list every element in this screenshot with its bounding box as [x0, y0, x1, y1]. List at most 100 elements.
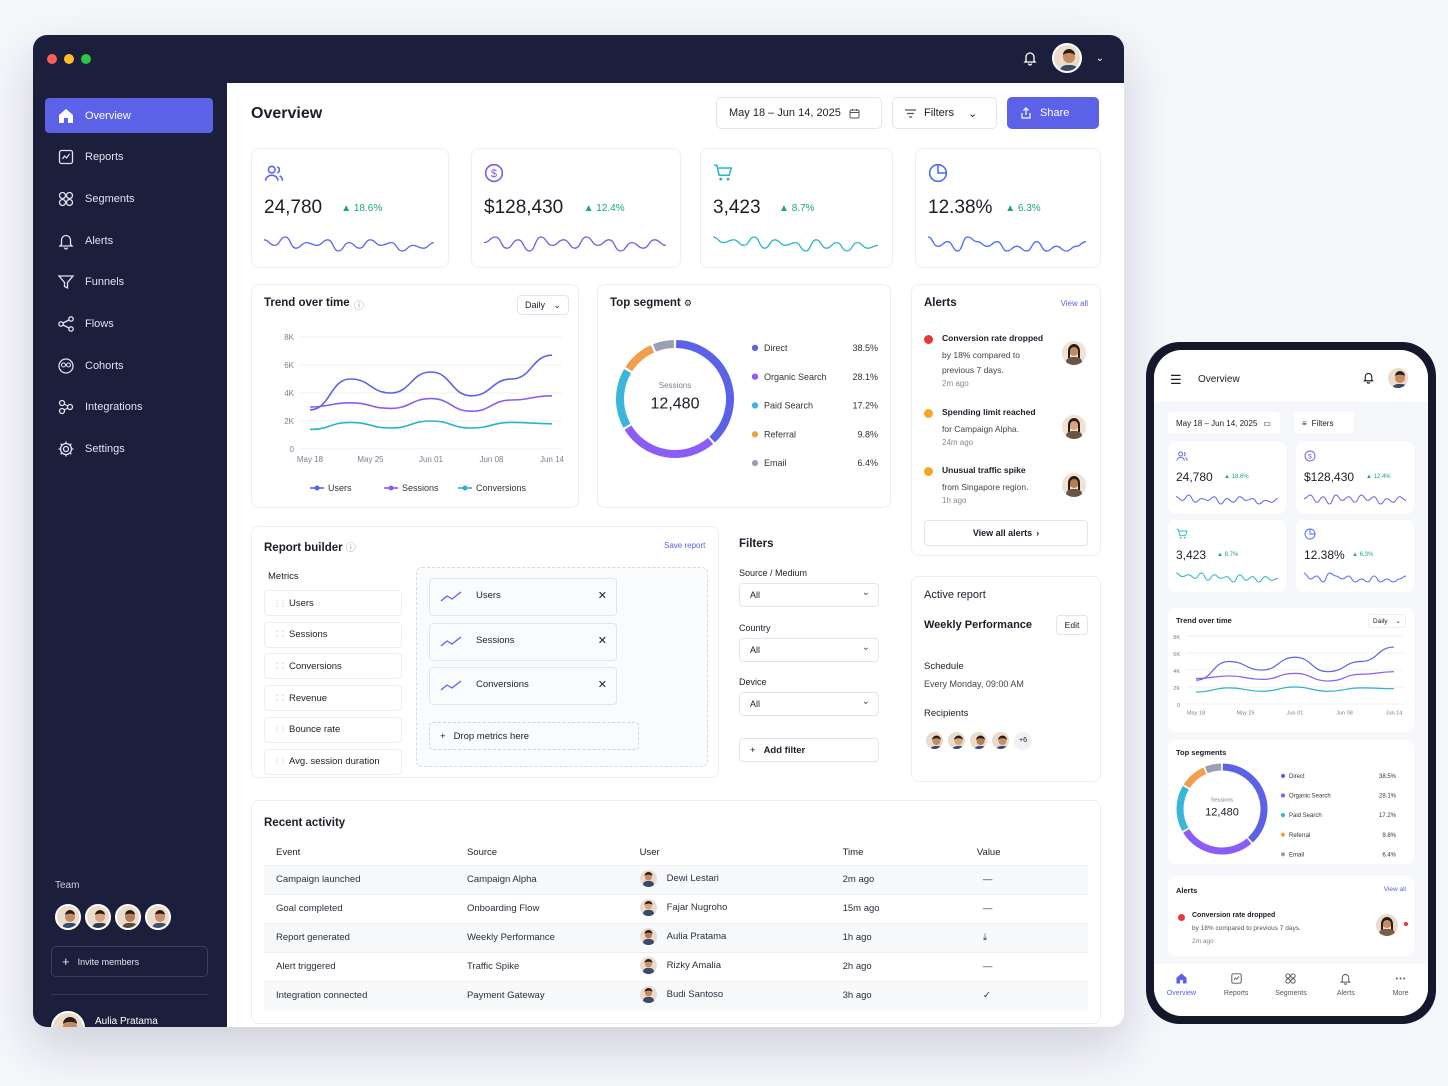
- bell-icon[interactable]: [1022, 50, 1038, 66]
- filters-button[interactable]: Filters ⌄: [892, 97, 997, 129]
- table-row[interactable]: Campaign launched Campaign Alpha Dewi Lest…: [264, 864, 1088, 894]
- x-tick-label: Jun 01: [1287, 711, 1304, 717]
- sidebar-item-flows[interactable]: Flows: [45, 307, 213, 342]
- mobile-tab-more[interactable]: More: [1377, 972, 1425, 1016]
- table-row[interactable]: Integration connected Payment Gateway Budi…: [264, 980, 1088, 1010]
- kpi-delta-value: 8.7%: [791, 203, 815, 214]
- metric-item[interactable]: Bounce rate: [264, 716, 402, 743]
- report-icon: [1230, 972, 1243, 985]
- metrics-dropzone[interactable]: Users ✕ Sessions ✕ Conversions ✕ + Drop metric…: [416, 567, 708, 767]
- team-member-avatar[interactable]: [85, 904, 111, 930]
- table-row[interactable]: Goal completed Onboarding Flow Fajar Nugro…: [264, 893, 1088, 923]
- mobile-date-picker[interactable]: May 18 – Jun 14, 2025 ▭: [1168, 412, 1280, 434]
- pie-slice-paid-search: [616, 369, 632, 428]
- mobile-kpi-card[interactable]: 24,780 ▲ 18.6%: [1168, 442, 1286, 514]
- pie-slice-referral: [1183, 767, 1207, 789]
- kpi-card[interactable]: 3,423 ▲ 8.7%: [700, 148, 893, 268]
- y-tick-label: 6K: [284, 361, 294, 370]
- close-icon[interactable]: ✕: [598, 589, 607, 602]
- view-all-link[interactable]: View all: [1061, 299, 1088, 308]
- sidebar-item-funnels[interactable]: Funnels: [45, 265, 213, 300]
- alert-title: Spending limit reached: [942, 407, 1036, 417]
- kpi-card[interactable]: $ $128,430 ▲ 12.4%: [471, 148, 681, 268]
- mobile-avatar[interactable]: [1386, 366, 1410, 390]
- drop-metrics-target[interactable]: + Drop metrics here: [429, 722, 639, 750]
- cohort-icon: [57, 357, 75, 375]
- legend-marker: [388, 485, 394, 491]
- funnel-icon: [57, 273, 75, 291]
- mobile-tab-alerts[interactable]: Alerts: [1322, 972, 1370, 1016]
- mobile-tab-label: Overview: [1166, 990, 1196, 997]
- metric-item[interactable]: Conversions: [264, 653, 402, 680]
- legend-dot: [1280, 813, 1286, 818]
- metric-label: Sessions: [289, 629, 328, 641]
- edit-report-button[interactable]: Edit: [1056, 615, 1088, 635]
- sidebar-item-overview[interactable]: Overview: [45, 98, 213, 133]
- bell-icon[interactable]: [1362, 371, 1375, 384]
- sidebar-item-alerts[interactable]: Alerts: [45, 223, 213, 258]
- minimize-window-button[interactable]: [64, 54, 74, 64]
- mobile-kpi-card[interactable]: $ $128,430 ▲ 12.4%: [1296, 442, 1414, 514]
- close-icon[interactable]: ✕: [598, 678, 607, 691]
- metric-item[interactable]: Sessions: [264, 621, 402, 648]
- selected-metric[interactable]: Sessions ✕: [429, 622, 617, 661]
- filter-select-value: All: [750, 590, 761, 600]
- chevron-down-icon[interactable]: ⌄: [1096, 53, 1104, 64]
- segment-legend-label: Direct: [764, 343, 788, 353]
- invite-members-button[interactable]: + Invite members: [51, 946, 208, 977]
- team-member-avatar[interactable]: [55, 904, 81, 930]
- time-cell: 2m ago: [842, 864, 977, 894]
- kpi-card[interactable]: 24,780 ▲ 18.6%: [251, 148, 449, 268]
- metric-item[interactable]: Revenue: [264, 685, 402, 712]
- metric-item[interactable]: Users: [264, 590, 402, 616]
- sidebar-item-integrations[interactable]: Integrations: [45, 390, 213, 425]
- mobile-tab-overview[interactable]: Overview: [1157, 972, 1205, 1016]
- up-arrow-icon: ▲: [341, 203, 354, 214]
- donut-center-label: Sessions: [659, 381, 691, 390]
- user-avatar[interactable]: [1051, 43, 1082, 73]
- table-row[interactable]: Report generated Weekly Performance Aulia …: [264, 922, 1088, 952]
- filter-select[interactable]: All: [739, 583, 879, 607]
- team-member-avatar[interactable]: [115, 904, 141, 930]
- share-button[interactable]: Share: [1007, 97, 1099, 129]
- team-member-avatar[interactable]: [145, 904, 171, 930]
- mobile-view-all-link[interactable]: View all: [1384, 886, 1406, 893]
- up-arrow-icon: ▲: [583, 203, 597, 214]
- mobile-kpi-delta: ▲ 18.6%: [1224, 474, 1249, 480]
- metric-item[interactable]: Avg. session duration: [264, 748, 402, 775]
- save-report-link[interactable]: Save report: [664, 541, 705, 550]
- alert-avatar: [1062, 415, 1086, 439]
- filter-select[interactable]: All: [739, 692, 879, 716]
- filter-select[interactable]: All: [739, 637, 879, 662]
- close-icon[interactable]: ✕: [598, 634, 607, 647]
- current-user[interactable]: Aulia PratamaAdmin⌄: [51, 1011, 211, 1027]
- sidebar-item-settings[interactable]: Settings: [45, 432, 213, 467]
- mobile-kpi-value: $128,430: [1304, 470, 1355, 484]
- value-cell: —: [976, 951, 1088, 981]
- mobile-tab-reports[interactable]: Reports: [1212, 972, 1260, 1016]
- mobile-alert-time: 2m ago: [1192, 938, 1214, 945]
- close-window-button[interactable]: [47, 54, 57, 64]
- maximize-window-button[interactable]: [81, 54, 91, 64]
- kpi-card[interactable]: 12.38% ▲ 6.3%: [915, 148, 1101, 268]
- menu-icon[interactable]: ☰: [1170, 372, 1182, 388]
- mobile-kpi-sparkline: [1175, 494, 1279, 505]
- segments-icon: [57, 190, 75, 208]
- table-row[interactable]: Alert triggered Traffic Spike Rizky Amalia…: [264, 951, 1088, 981]
- current-user-name: Aulia Pratama: [95, 1015, 158, 1027]
- mobile-kpi-card[interactable]: 3,423 ▲ 8.7%: [1168, 520, 1286, 592]
- sidebar-item-reports[interactable]: Reports: [45, 140, 213, 175]
- view-all-alerts-button[interactable]: View all alerts ›: [924, 520, 1088, 546]
- user-name: Budi Santoso: [666, 988, 724, 1000]
- mobile-trend-card: Trend over time Daily ⌄ 8K 6K 4K 2K 0 May 18 Ma…: [1168, 608, 1414, 732]
- mobile-filters-button[interactable]: ≡ Filters: [1294, 412, 1354, 434]
- sidebar-item-cohorts[interactable]: Cohorts: [45, 348, 213, 383]
- mobile-kpi-delta: ▲ 12.4%: [1366, 474, 1391, 480]
- mobile-tab-segments[interactable]: Segments: [1267, 972, 1315, 1016]
- selected-metric[interactable]: Users ✕: [429, 578, 617, 616]
- date-range-picker[interactable]: May 18 – Jun 14, 2025: [716, 97, 882, 129]
- mobile-kpi-card[interactable]: 12.38% ▲ 6.3%: [1296, 520, 1414, 592]
- selected-metric[interactable]: Conversions ✕: [429, 667, 617, 705]
- add-filter-button[interactable]: + Add filter: [739, 738, 879, 762]
- sidebar-item-segments[interactable]: Segments: [45, 181, 213, 216]
